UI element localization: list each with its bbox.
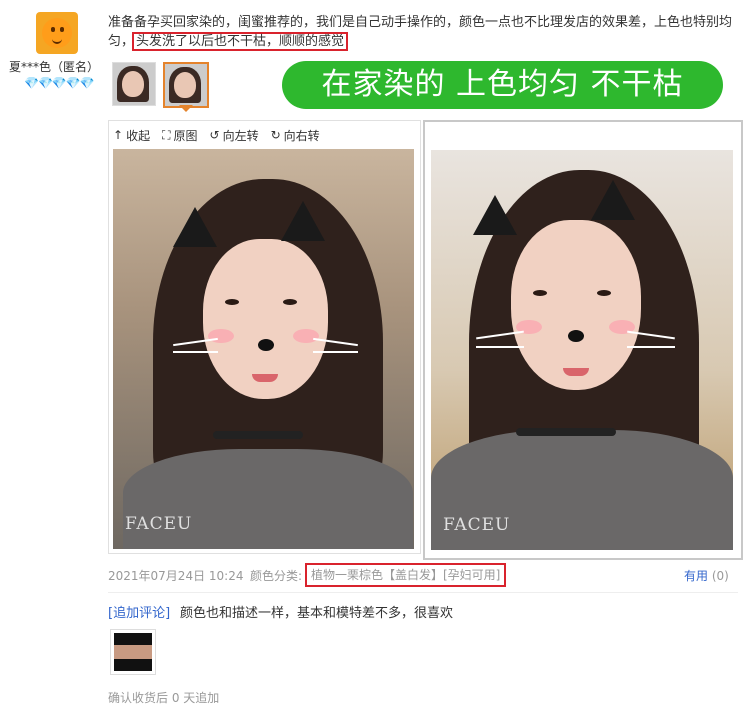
- rotate-left-button[interactable]: ↺ 向左转: [210, 126, 259, 144]
- collapse-arrow-icon: ↑: [113, 128, 124, 142]
- useful-label: 有用: [684, 569, 709, 583]
- review-photo-large[interactable]: FACEU: [113, 149, 414, 549]
- viewer-toolbar: ↑ 收起 ⛶ 原图 ↺ 向左转 ↻ 向右转: [113, 126, 320, 144]
- divider: [108, 592, 738, 593]
- original-image-button[interactable]: ⛶ 原图: [162, 126, 197, 144]
- review-text-highlight: 头发洗了以后也不干枯，顺顺的感觉: [132, 32, 349, 51]
- photo-thumbnail-2-selected[interactable]: [163, 62, 209, 108]
- color-category-value: 植物一栗棕色【盖白发】[孕妇可用]: [305, 563, 507, 587]
- username: 夏***色（匿名）: [8, 60, 99, 74]
- promo-banner: 在家染的 上色均匀 不干枯: [282, 61, 723, 109]
- useful-button[interactable]: 有用 (0): [684, 567, 729, 584]
- selected-thumbnail-indicator: [179, 105, 193, 112]
- faceu-watermark: FACEU: [443, 515, 511, 535]
- color-category-label: 颜色分类:: [250, 569, 303, 583]
- review-text: 准备备孕买回家染的，闺蜜推荐的，我们是自己动手操作的，颜色一点也不比理发店的效果…: [108, 13, 738, 51]
- expand-icon: ⛶: [162, 127, 171, 142]
- review-date: 2021年07月24日 10:24: [108, 569, 244, 583]
- collapse-button[interactable]: ↑ 收起: [113, 126, 150, 144]
- append-photo-thumbnail[interactable]: [110, 629, 156, 675]
- append-review-tag: [追加评论]: [108, 606, 171, 621]
- rotate-right-icon: ↻: [270, 128, 281, 142]
- append-timing-note: 确认收货后 0 天追加: [108, 691, 220, 705]
- append-review-text: 颜色也和描述一样，基本和模特差不多，很喜欢: [180, 606, 454, 621]
- rotate-right-button[interactable]: ↻ 向右转: [271, 126, 320, 144]
- avatar[interactable]: [36, 12, 78, 54]
- useful-count: (0): [711, 569, 729, 583]
- photo-thumbnail-1[interactable]: [112, 62, 156, 106]
- rotate-left-icon: ↺: [209, 128, 220, 142]
- review-photo-preview[interactable]: FACEU: [431, 150, 733, 550]
- faceu-watermark: FACEU: [125, 514, 193, 534]
- user-level-gems-icon: 💎💎💎💎💎: [24, 76, 95, 90]
